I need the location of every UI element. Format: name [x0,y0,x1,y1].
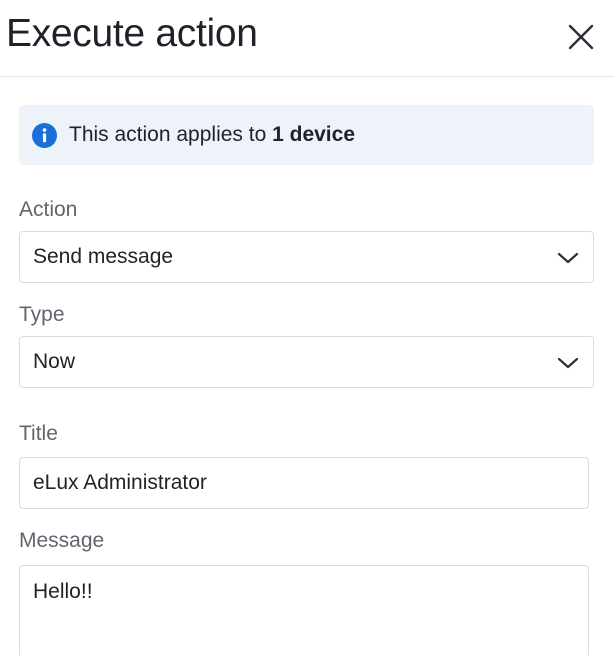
dialog-title: Execute action [6,12,258,55]
dialog-body: This action applies to 1 device Action S… [19,105,594,655]
title-input[interactable]: eLux Administrator [19,457,589,509]
close-icon [568,24,594,50]
message-textarea-value: Hello!! [33,580,93,603]
dialog-header: Execute action [0,0,614,77]
action-select[interactable]: Send message [19,231,594,283]
type-label: Type [19,303,65,326]
message-label: Message [19,529,105,552]
chevron-down-icon [557,252,579,264]
device-count: 1 device [272,123,356,146]
info-icon [32,122,57,148]
title-label: Title [19,422,58,445]
title-input-value: eLux Administrator [33,471,207,494]
message-textarea[interactable]: Hello!! [19,565,589,655]
info-text-prefix: This action applies to [69,123,273,146]
action-select-value: Send message [33,245,174,268]
type-select[interactable]: Now [19,336,594,388]
chevron-down-icon [557,357,579,369]
close-button[interactable] [564,20,598,54]
type-select-value: Now [33,350,76,373]
info-banner: This action applies to 1 device [19,105,594,165]
action-label: Action [19,198,78,221]
info-banner-text: This action applies to 1 device [69,123,355,147]
